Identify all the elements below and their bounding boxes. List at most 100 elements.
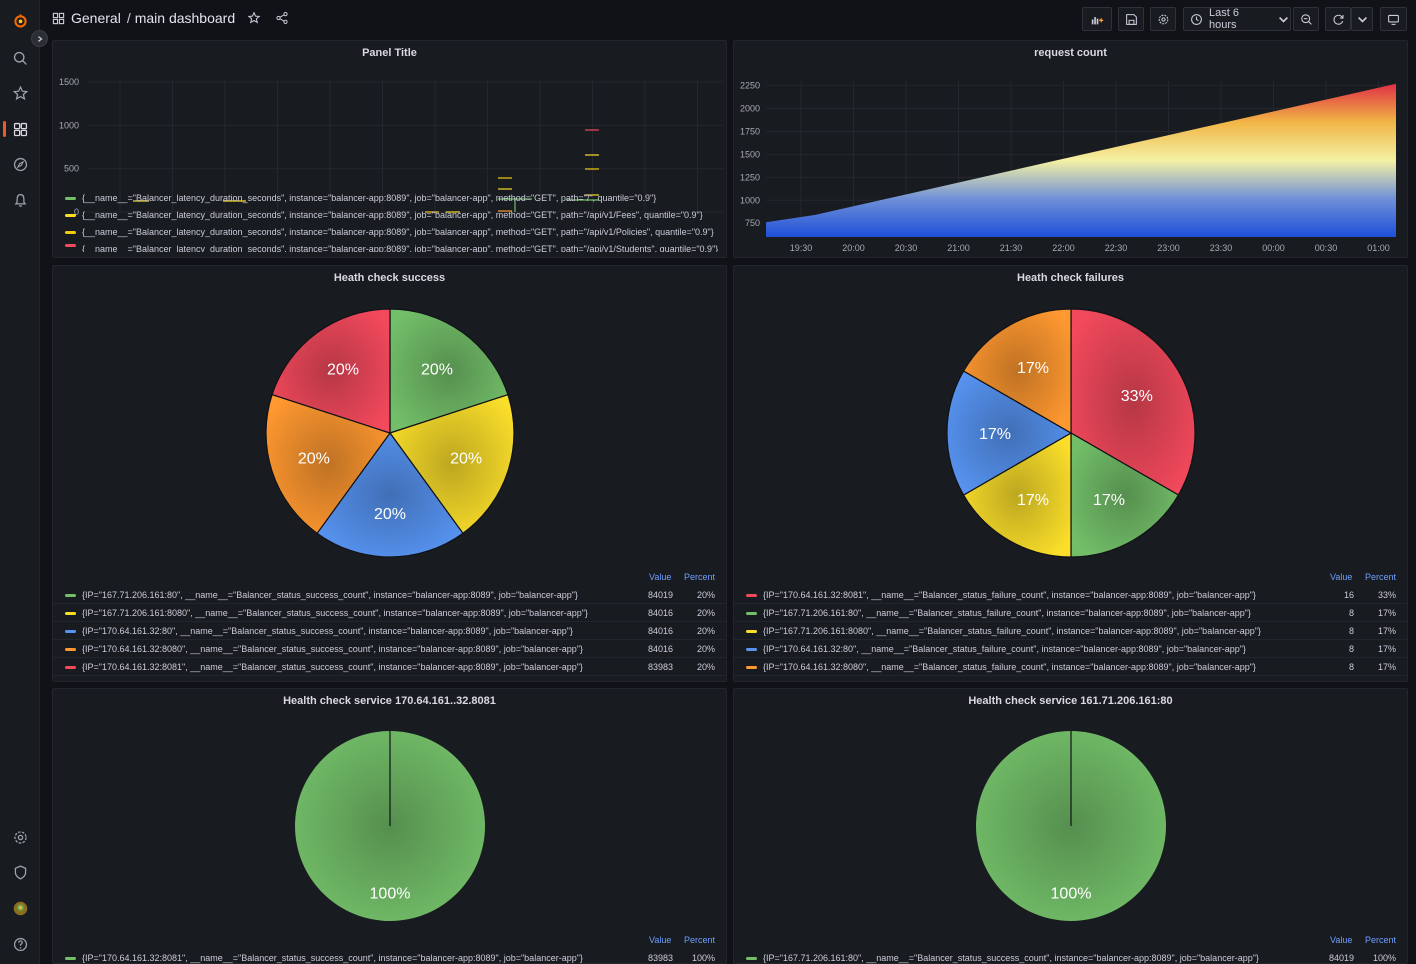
chevron-down-icon xyxy=(1277,13,1290,26)
legend-series[interactable]: {IP="170.64.161.32:8081", __name__="Bala… xyxy=(746,590,1256,600)
legend-label: {IP="170.64.161.32:8081", __name__="Bala… xyxy=(763,590,1256,600)
legend-table-row[interactable]: {IP="170.64.161.32:8080", __name__="Bala… xyxy=(53,640,726,658)
panel-service-161[interactable]: Health check service 161.71.206.161:80 1… xyxy=(733,688,1408,964)
legend-series[interactable]: {IP="167.71.206.161:80", __name__="Balan… xyxy=(65,590,578,600)
tv-mode-button[interactable] xyxy=(1380,7,1407,31)
legend-table-row[interactable]: {IP="170.64.161.32:8081", __name__="Bala… xyxy=(734,586,1407,604)
legend-table-row[interactable]: {IP="167.71.206.161:80", __name__="Balan… xyxy=(734,949,1407,964)
legend-table-row[interactable]: {IP="170.64.161.32:8080", __name__="Bala… xyxy=(734,658,1407,676)
breadcrumb-folder[interactable]: General xyxy=(71,10,121,26)
star-dashboard-icon[interactable] xyxy=(247,11,261,25)
add-panel-button[interactable] xyxy=(1082,7,1112,31)
alerting-icon[interactable] xyxy=(0,185,40,215)
y-tick-label: 1500 xyxy=(59,77,79,87)
dashboard-settings-button[interactable] xyxy=(1150,7,1176,31)
panel-health-success[interactable]: Heath check success 20% 20% 20% 20% 20% Valu… xyxy=(52,265,727,682)
panel-request-count[interactable]: request count 2250 2000 1750 1500 1250 1000 75… xyxy=(733,40,1408,258)
panel-title[interactable]: Health check service 170.64.161..32.8081 xyxy=(53,695,726,707)
time-range-label: Last 6 hours xyxy=(1209,7,1239,31)
legend-item[interactable]: {__name__="Balancer_latency_duration_sec… xyxy=(65,244,718,252)
legend-item[interactable]: {__name__="Balancer_latency_duration_sec… xyxy=(65,193,656,203)
legend-series[interactable]: {IP="167.71.206.161:8080", __name__="Bal… xyxy=(65,608,588,618)
legend-swatch xyxy=(65,956,76,960)
legend-series[interactable]: {IP="170.64.161.32:8080", __name__="Bala… xyxy=(65,644,583,654)
legend-swatch xyxy=(746,611,757,615)
legend-series[interactable]: {IP="170.64.161.32:8081", __name__="Bala… xyxy=(65,662,583,672)
legend-series[interactable]: {IP="170.64.161.32:80", __name__="Balanc… xyxy=(746,644,1246,654)
dashboards-grid-icon[interactable] xyxy=(52,12,65,25)
legend-swatch xyxy=(746,956,757,960)
column-header-value[interactable]: Value xyxy=(1330,935,1352,945)
request-count-area-chart[interactable]: 2250 2000 1750 1500 1250 1000 750 19:30 20:00 20… xyxy=(734,69,1409,259)
legend-table-row[interactable]: {IP="167.71.206.161:80", __name__="Balan… xyxy=(734,604,1407,622)
legend-label: {IP="170.64.161.32:8081", __name__="Bala… xyxy=(82,662,583,672)
column-header-percent[interactable]: Percent xyxy=(1365,935,1396,945)
slice-percent-label: 20% xyxy=(450,451,482,468)
shield-icon[interactable] xyxy=(0,857,40,887)
explore-icon[interactable] xyxy=(0,149,40,179)
help-icon[interactable] xyxy=(0,929,40,959)
panel-title[interactable]: Panel Title xyxy=(53,47,726,59)
legend-table-row[interactable]: {IP="170.64.161.32:80", __name__="Balanc… xyxy=(53,622,726,640)
column-header-value[interactable]: Value xyxy=(649,935,671,945)
legend-table-row[interactable]: {IP="167.71.206.161:80", __name__="Balan… xyxy=(53,586,726,604)
zoom-out-button[interactable] xyxy=(1293,7,1319,31)
legend-percent: 17% xyxy=(1377,644,1396,654)
legend-series[interactable]: {IP="167.71.206.161:80", __name__="Balan… xyxy=(746,953,1259,963)
search-icon[interactable] xyxy=(0,43,40,73)
legend-series[interactable]: {IP="167.71.206.161:80", __name__="Balan… xyxy=(746,608,1251,618)
panel-title[interactable]: Heath check failures xyxy=(734,272,1407,284)
star-icon[interactable] xyxy=(0,78,40,108)
configuration-icon[interactable] xyxy=(0,822,40,852)
success-pie-chart[interactable]: 20% 20% 20% 20% 20% xyxy=(53,286,728,576)
column-header-percent[interactable]: Percent xyxy=(684,935,715,945)
refresh-button[interactable] xyxy=(1325,7,1351,31)
column-header-value[interactable]: Value xyxy=(649,572,671,582)
legend-label: {__name__="Balancer_latency_duration_sec… xyxy=(82,244,719,252)
panel-title[interactable]: request count xyxy=(734,47,1407,59)
legend-value: 16 xyxy=(1343,590,1354,600)
panel-service-170[interactable]: Health check service 170.64.161..32.8081… xyxy=(52,688,727,964)
service-170-pie-chart[interactable]: 100% xyxy=(53,709,728,929)
legend-item[interactable]: {__name__="Balancer_latency_duration_sec… xyxy=(65,210,703,220)
save-dashboard-button[interactable] xyxy=(1118,7,1144,31)
column-header-percent[interactable]: Percent xyxy=(1365,572,1396,582)
panel-health-failures[interactable]: Heath check failures 33% 17% 17% 17% 17% Val… xyxy=(733,265,1408,682)
legend-label: {IP="167.71.206.161:8080", __name__="Bal… xyxy=(763,626,1261,636)
x-tick-label: 19:30 xyxy=(790,243,813,253)
top-navbar: General / main dashboard Last 6 hours xyxy=(40,0,1416,38)
legend-value: 84016 xyxy=(647,644,673,654)
panel-title[interactable]: Health check service 161.71.206.161:80 xyxy=(734,695,1407,707)
legend-swatch xyxy=(65,629,76,633)
legend-series[interactable]: {IP="167.71.206.161:8080", __name__="Bal… xyxy=(746,626,1261,636)
legend-series[interactable]: {IP="170.64.161.32:8081", __name__="Bala… xyxy=(65,953,583,963)
legend-table-row[interactable]: {IP="167.71.206.161:8080", __name__="Bal… xyxy=(53,604,726,622)
legend-percent: 20% xyxy=(696,590,715,600)
dashboards-icon[interactable] xyxy=(0,114,40,144)
legend-swatch xyxy=(65,230,76,234)
y-tick-label: 1000 xyxy=(59,120,79,130)
panel-latency[interactable]: Panel Title 150010005000 19:3020:0020:30… xyxy=(52,40,727,258)
column-header-percent[interactable]: Percent xyxy=(684,572,715,582)
service-161-pie-chart[interactable]: 100% xyxy=(734,709,1409,929)
y-axis-ticks: 2250 2000 1750 1500 1250 1000 750 xyxy=(740,81,760,229)
legend-table-row[interactable]: {IP="170.64.161.32:80", __name__="Balanc… xyxy=(734,640,1407,658)
legend-series[interactable]: {IP="170.64.161.32:8080", __name__="Bala… xyxy=(746,662,1256,672)
legend-series[interactable]: {IP="170.64.161.32:80", __name__="Balanc… xyxy=(65,626,573,636)
slice-percent-label: 17% xyxy=(979,426,1011,443)
dashboard-title[interactable]: main dashboard xyxy=(135,10,235,26)
legend-table-row[interactable]: {IP="170.64.161.32:8081", __name__="Bala… xyxy=(53,658,726,676)
refresh-interval-dropdown[interactable] xyxy=(1351,7,1373,31)
panel-title[interactable]: Heath check success xyxy=(53,272,726,284)
legend-table-row[interactable]: {IP="170.64.161.32:8081", __name__="Bala… xyxy=(53,949,726,964)
share-icon[interactable] xyxy=(275,11,289,25)
avatar[interactable] xyxy=(0,893,40,923)
legend-item[interactable]: {__name__="Balancer_latency_duration_sec… xyxy=(65,227,714,237)
legend-table-row[interactable]: {IP="167.71.206.161:8080", __name__="Bal… xyxy=(734,622,1407,640)
column-header-value[interactable]: Value xyxy=(1330,572,1352,582)
time-picker-button[interactable]: Last 6 hours xyxy=(1183,7,1291,31)
legend-value: 8 xyxy=(1348,644,1354,654)
legend-swatch xyxy=(746,665,757,669)
failures-pie-chart[interactable]: 33% 17% 17% 17% 17% xyxy=(734,286,1409,576)
legend-percent: 20% xyxy=(696,626,715,636)
